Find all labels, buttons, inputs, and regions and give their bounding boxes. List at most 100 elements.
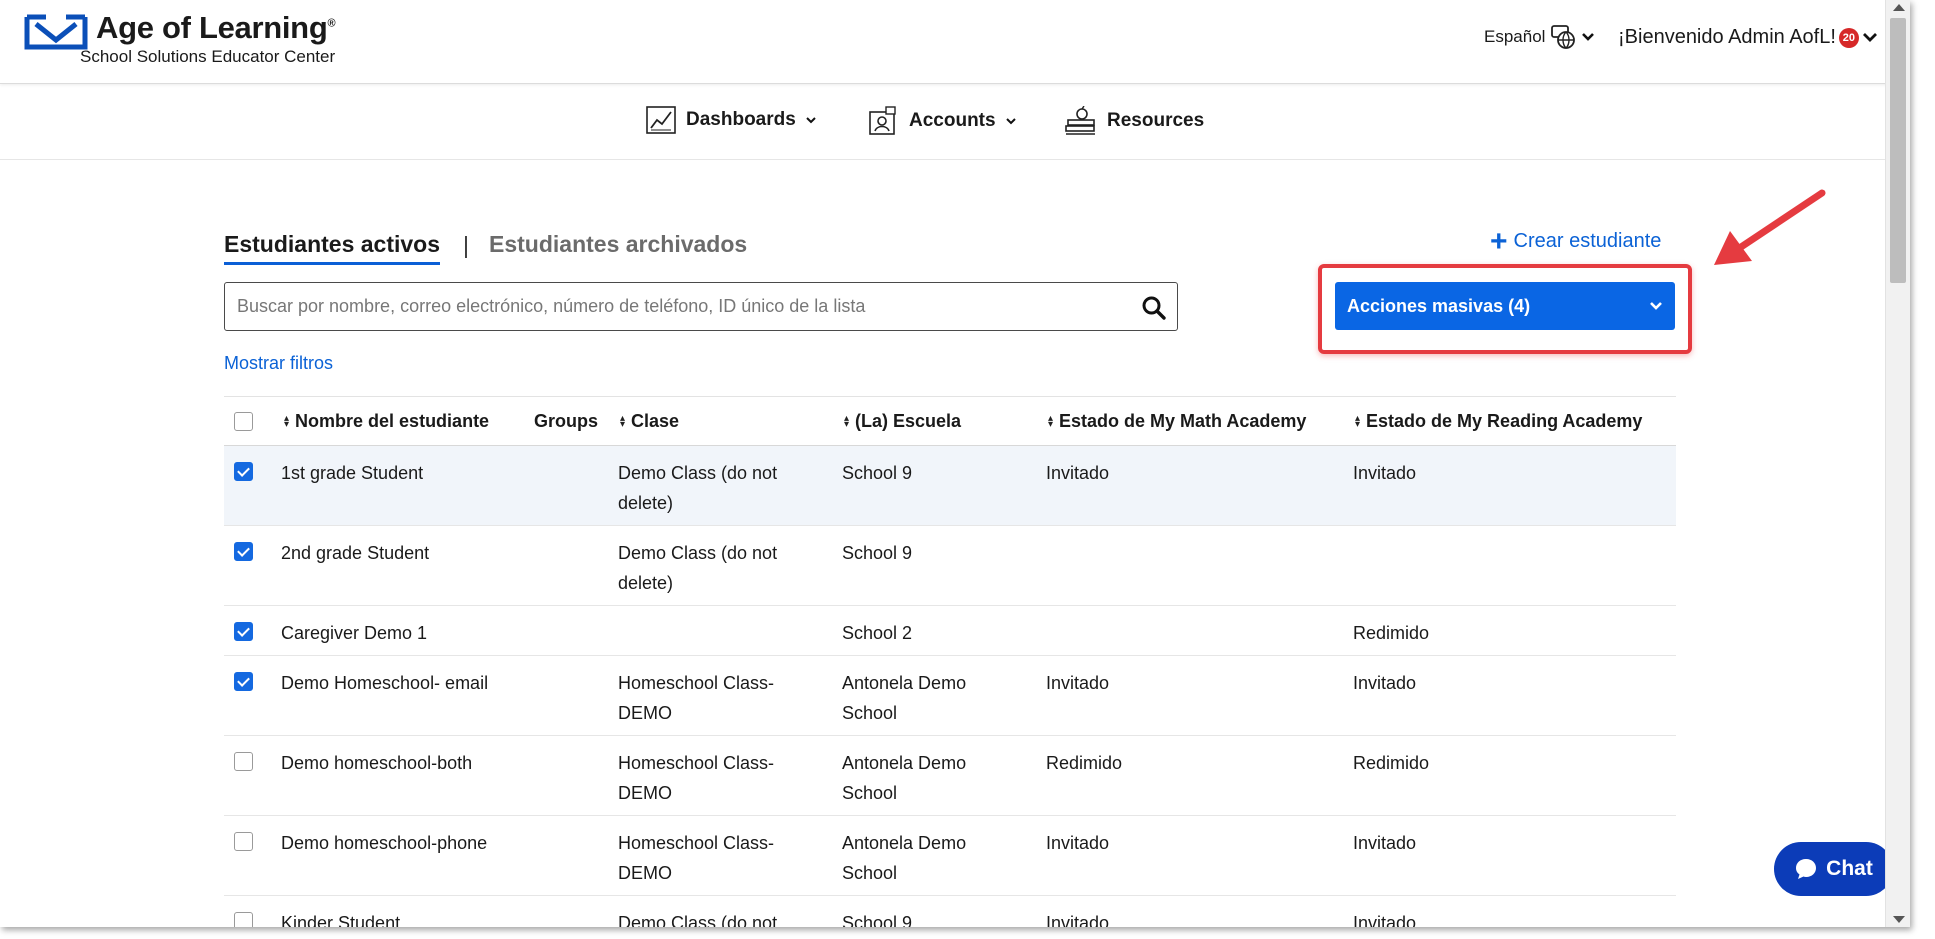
nav-accounts[interactable]: Accounts — [869, 106, 1016, 136]
cell-reading-status-text: Invitado — [1353, 913, 1417, 927]
tab-active-students[interactable]: Estudiantes activos — [224, 231, 441, 265]
sort-icon: ▴ ▾ — [844, 412, 850, 430]
cell-reading-status: Redimido — [1353, 748, 1429, 778]
header-school[interactable]: ▴ ▾ (La) Escuela — [844, 411, 961, 432]
cell-school: School 9 — [842, 458, 912, 488]
sort-icon: ▴ ▾ — [284, 412, 290, 430]
nav-resources-label: Resources — [1107, 110, 1205, 131]
row-checkbox[interactable] — [234, 622, 253, 641]
cell-student-name-text: 1st grade Student — [281, 463, 424, 483]
row-checkbox[interactable] — [234, 462, 253, 481]
header-school-label: (La) Escuela — [855, 411, 962, 431]
header-math-status[interactable]: ▴ ▾ Estado de My Math Academy — [1048, 411, 1306, 432]
cell-school-text: Antonela Demo — [842, 753, 967, 773]
cell-class-text: Homeschool Class- — [618, 753, 775, 773]
sort-icon: ▴ ▾ — [1048, 412, 1054, 430]
cell-reading-status: Invitado — [1353, 828, 1416, 858]
cell-student-name[interactable]: 2nd grade Student — [281, 538, 429, 568]
table-row[interactable]: 1st grade Student Demo Class (do not delet… — [224, 446, 1676, 526]
cell-class: Demo Class (do not — [618, 908, 777, 927]
nav-dashboards-label: Dashboards — [686, 109, 796, 130]
chevron-down-icon — [1005, 118, 1016, 125]
cell-class-text: DEMO — [618, 783, 672, 803]
vertical-scrollbar[interactable] — [1885, 0, 1910, 927]
row-checkbox[interactable] — [234, 542, 253, 561]
brand-title[interactable]: Age of Learning® — [96, 10, 336, 46]
show-filters-link[interactable]: Mostrar filtros — [224, 353, 333, 374]
cell-school-text: Antonela Demo — [842, 673, 967, 693]
cell-reading-status: Invitado — [1353, 908, 1416, 927]
header-name[interactable]: ▴ ▾ Nombre del estudiante — [284, 411, 489, 432]
table-row[interactable]: Caregiver Demo 1 School 2 Redimido — [224, 606, 1676, 656]
scrollbar-thumb[interactable] — [1890, 18, 1906, 283]
row-checkbox[interactable] — [234, 912, 253, 927]
language-selector[interactable]: Español — [1484, 24, 1595, 50]
header-groups-label: Groups — [534, 411, 599, 431]
row-checkbox[interactable] — [234, 752, 253, 771]
tab-separator: | — [463, 232, 469, 258]
scroll-up-icon[interactable] — [1893, 4, 1905, 11]
nav-resources[interactable]: Resources — [1065, 106, 1204, 136]
cell-school-text: School 9 — [842, 913, 913, 927]
table-header: ▴ ▾ Nombre del estudiante Groups ▴ ▾ Clase… — [224, 396, 1676, 446]
nav-accounts-label: Accounts — [909, 110, 996, 131]
main-nav: Dashboards Accounts Resources — [0, 84, 1910, 160]
cell-student-name[interactable]: Caregiver Demo 1 — [281, 618, 427, 648]
cell-class-text: Homeschool Class- — [618, 833, 775, 853]
cell-math-status: Redimido — [1046, 748, 1122, 778]
cell-math-status-text: Redimido — [1046, 753, 1123, 773]
bulk-actions-dropdown[interactable]: Acciones masivas (4) — [1335, 282, 1675, 330]
header-reading-status[interactable]: ▴ ▾ Estado de My Reading Academy — [1355, 411, 1642, 432]
cell-student-name-text: Kinder Student — [281, 913, 401, 927]
table-row[interactable]: Kinder Student Demo Class (do not School 9… — [224, 896, 1676, 927]
annotation-arrow-icon — [1714, 189, 1826, 265]
table-row[interactable]: 2nd grade Student Demo Class (do not delet… — [224, 526, 1676, 606]
tab-archived-students[interactable]: Estudiantes archivados — [489, 231, 747, 258]
header-class[interactable]: ▴ ▾ Clase — [620, 411, 679, 432]
cell-school-text: School 2 — [842, 623, 913, 643]
chat-button[interactable]: Chat — [1774, 842, 1893, 896]
cell-school-text: School — [842, 703, 898, 723]
cell-student-name[interactable]: Demo homeschool-phone — [281, 828, 487, 858]
chat-bubble-icon — [1796, 859, 1817, 879]
table-row[interactable]: Demo Homeschool- email Homeschool Class- D… — [224, 656, 1676, 736]
cell-class-text: Homeschool Class- — [618, 673, 775, 693]
sort-icon: ▴ ▾ — [1355, 412, 1361, 430]
table-row[interactable]: Demo homeschool-both Homeschool Class- DEM… — [224, 736, 1676, 816]
chart-line-icon — [646, 106, 676, 134]
cell-student-name-text: Caregiver Demo 1 — [281, 623, 428, 643]
user-menu[interactable]: ¡Bienvenido Admin AofL! 20 — [1618, 26, 1878, 49]
cell-class: Demo Class (do not delete) — [618, 458, 777, 518]
cell-math-status-text: Invitado — [1046, 463, 1110, 483]
registered-mark: ® — [327, 17, 336, 30]
search-icon[interactable] — [1141, 295, 1167, 321]
notification-badge[interactable]: 20 — [1838, 27, 1859, 48]
create-student-label: Crear estudiante — [1513, 230, 1662, 252]
cell-reading-status-text: Redimido — [1353, 623, 1430, 643]
nav-dashboards[interactable]: Dashboards — [646, 106, 816, 134]
cell-student-name-text: Demo homeschool-phone — [281, 833, 488, 853]
language-label: Español — [1484, 27, 1546, 46]
chevron-down-icon — [1582, 33, 1595, 41]
cell-student-name[interactable]: Demo homeschool-both — [281, 748, 472, 778]
students-table: ▴ ▾ Nombre del estudiante Groups ▴ ▾ Clase… — [224, 396, 1676, 927]
row-checkbox[interactable] — [234, 672, 253, 691]
row-checkbox[interactable] — [234, 832, 253, 851]
header-math-label: Estado de My Math Academy — [1059, 411, 1307, 431]
select-all-checkbox[interactable] — [234, 412, 253, 431]
cell-student-name[interactable]: Demo Homeschool- email — [281, 668, 488, 698]
table-row[interactable]: Demo homeschool-phone Homeschool Class- DE… — [224, 816, 1676, 896]
cell-math-status-text: Invitado — [1046, 833, 1110, 853]
cell-school: School 2 — [842, 618, 912, 648]
search-input[interactable] — [237, 283, 1117, 330]
browser-window: Age of Learning® School Solutions Educat… — [0, 0, 1910, 927]
age-of-learning-logo-icon[interactable] — [24, 12, 88, 54]
scroll-down-icon[interactable] — [1893, 916, 1905, 923]
cell-student-name[interactable]: Kinder Student — [281, 908, 400, 927]
cell-reading-status-text: Invitado — [1353, 463, 1417, 483]
chevron-down-icon — [806, 117, 816, 124]
create-student-link[interactable]: + Crear estudiante — [1490, 226, 1662, 256]
sort-icon: ▴ ▾ — [620, 412, 626, 430]
cell-student-name-text: Demo homeschool-both — [281, 753, 473, 773]
cell-student-name[interactable]: 1st grade Student — [281, 458, 423, 488]
